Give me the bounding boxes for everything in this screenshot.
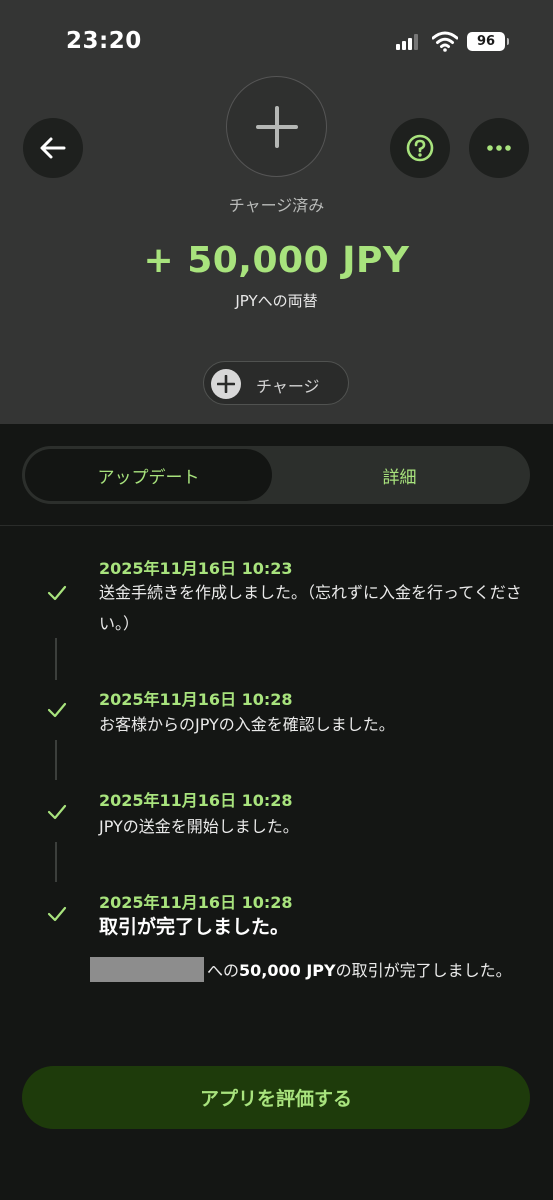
check-icon xyxy=(47,585,67,601)
event-text: JPYの送金を開始しました。 xyxy=(99,817,299,836)
tab-updates[interactable]: アップデート xyxy=(25,449,272,501)
transaction-type-icon xyxy=(226,76,327,177)
charge-button[interactable]: チャージ xyxy=(203,361,349,405)
conversion-subtitle: JPYへの両替 xyxy=(235,292,318,310)
header-panel: 23:20 96 チャージ済み + 50,000 JPY JPYへの両替 チャー… xyxy=(0,0,553,424)
more-button[interactable] xyxy=(469,118,529,178)
back-button[interactable] xyxy=(23,118,83,178)
detail-suffix: の取引が完了しました。 xyxy=(335,961,512,980)
status-bar: 23:20 96 xyxy=(0,0,553,80)
status-label: チャージ済み xyxy=(228,196,325,215)
divider xyxy=(0,525,553,526)
tab-bar: アップデート 詳細 xyxy=(22,446,530,504)
back-arrow-icon xyxy=(40,137,66,159)
check-icon xyxy=(47,804,67,820)
charge-button-label: チャージ xyxy=(256,377,320,396)
rate-app-button[interactable]: アプリを評価する xyxy=(22,1066,530,1129)
timeline-connector xyxy=(55,638,57,680)
detail-amount: 50,000 JPY xyxy=(239,961,336,980)
signal-icon xyxy=(396,34,424,50)
event-date: 2025年11月16日 10:23 xyxy=(99,559,293,578)
timeline-connector xyxy=(55,842,57,882)
event-date: 2025年11月16日 10:28 xyxy=(99,791,293,810)
detail-prefix: への xyxy=(207,961,240,980)
event-date: 2025年11月16日 10:28 xyxy=(99,690,293,709)
event-text: お客様からのJPYの入金を確認しました。 xyxy=(99,715,395,734)
amount: + 50,000 JPY xyxy=(143,240,410,281)
check-icon xyxy=(47,702,67,718)
more-icon xyxy=(487,145,511,151)
check-icon xyxy=(47,906,67,922)
status-time: 23:20 xyxy=(66,28,142,54)
battery-indicator: 96 xyxy=(467,32,509,51)
plus-icon xyxy=(211,369,241,399)
help-button[interactable] xyxy=(390,118,450,178)
tab-details[interactable]: 詳細 xyxy=(272,449,527,501)
timeline-connector xyxy=(55,740,57,780)
completion-detail: への50,000 JPYの取引が完了しました。 xyxy=(99,955,519,986)
wifi-icon xyxy=(432,31,458,52)
event-text: 送金手続きを作成しました。（忘れずに入金を行ってください。） xyxy=(99,583,522,633)
event-title: 取引が完了しました。 xyxy=(99,916,290,938)
event-date: 2025年11月16日 10:28 xyxy=(99,893,293,912)
help-icon xyxy=(406,134,434,162)
plus-icon xyxy=(255,105,298,148)
